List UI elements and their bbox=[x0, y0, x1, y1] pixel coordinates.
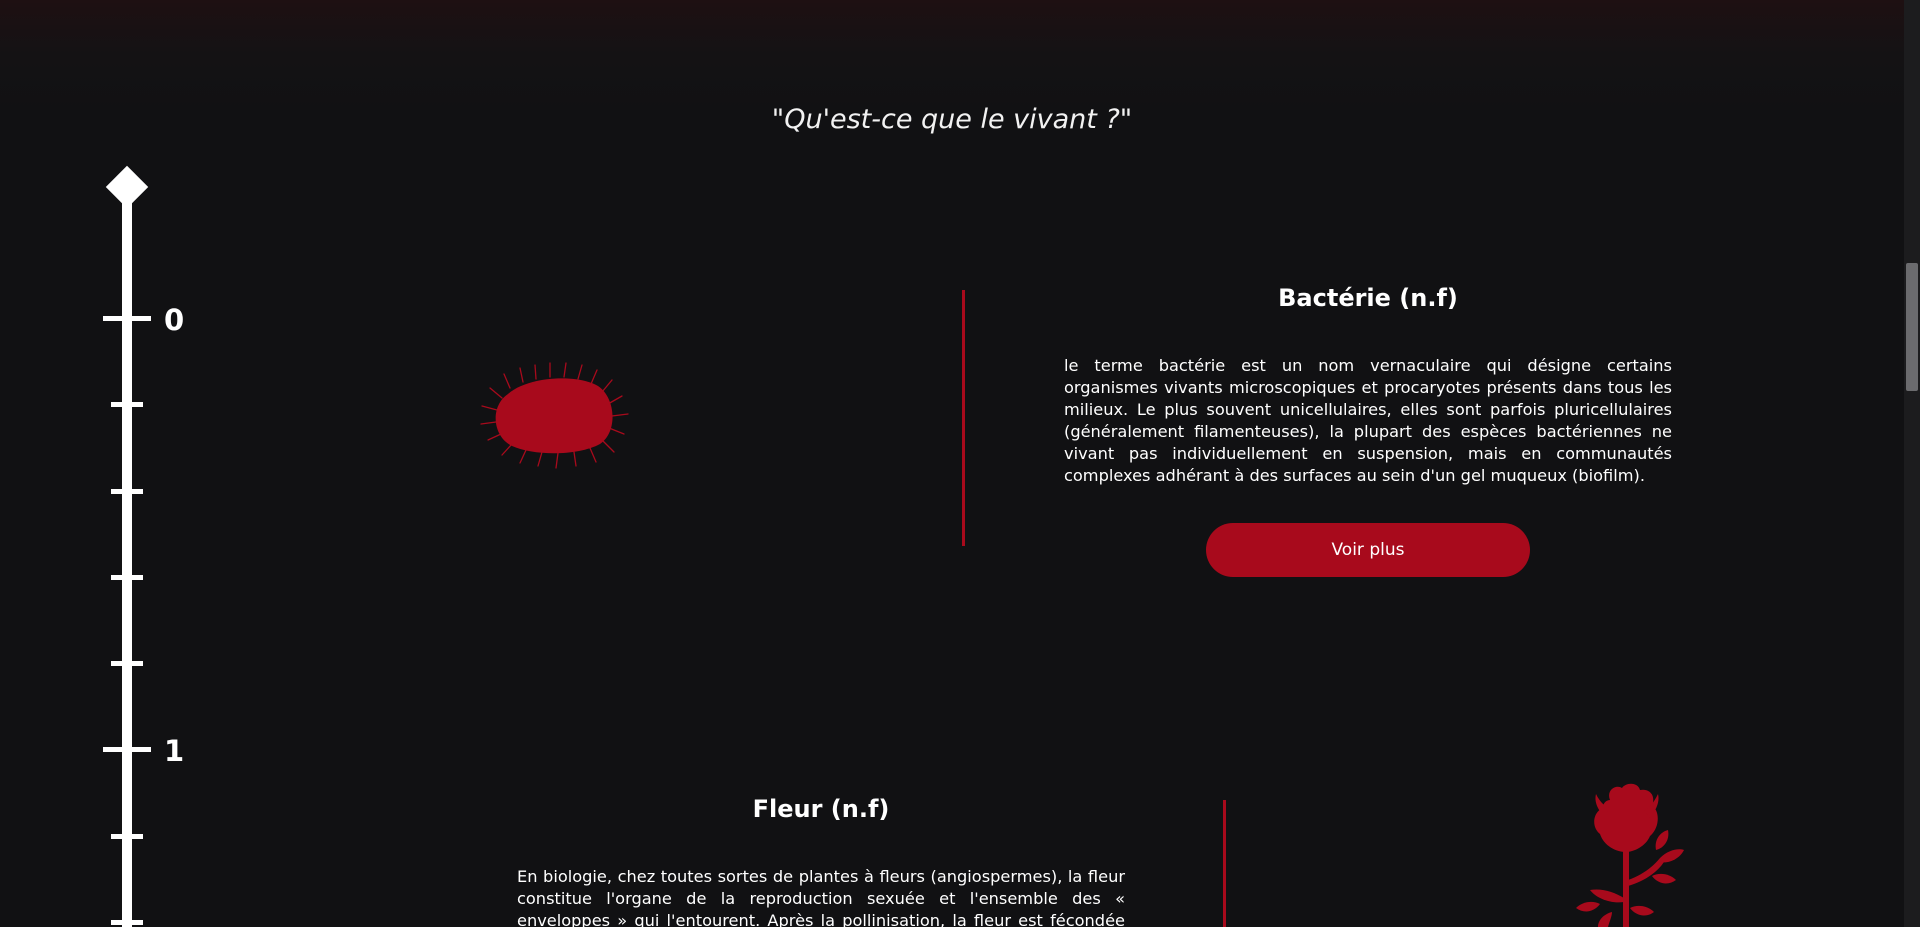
timeline-major-tick bbox=[103, 747, 151, 752]
timeline: 0 1 bbox=[0, 0, 220, 927]
see-more-button[interactable]: Voir plus bbox=[1206, 523, 1530, 577]
timeline-label: 0 bbox=[164, 303, 185, 337]
bacteria-illustration bbox=[468, 360, 648, 472]
page-scrollbar[interactable] bbox=[1904, 0, 1920, 927]
entry-description: le terme bactérie est un nom vernaculair… bbox=[1064, 356, 1672, 485]
timeline-minor-tick bbox=[111, 489, 143, 494]
entry-title: Bactérie (n.f) bbox=[1278, 284, 1458, 312]
entry-divider bbox=[1223, 800, 1226, 927]
rose-illustration bbox=[1560, 780, 1700, 927]
timeline-major-tick bbox=[103, 316, 151, 321]
bacteria-icon bbox=[480, 362, 629, 469]
entry-divider bbox=[962, 290, 965, 546]
entry-description: En biologie, chez toutes sortes de plant… bbox=[517, 867, 1125, 927]
timeline-minor-tick bbox=[111, 402, 143, 407]
timeline-minor-tick bbox=[111, 575, 143, 580]
timeline-minor-tick bbox=[111, 834, 143, 839]
timeline-label: 1 bbox=[164, 734, 185, 768]
timeline-axis bbox=[122, 190, 132, 927]
page-quote: "Qu'est-ce que le vivant ?" bbox=[771, 104, 1133, 135]
timeline-minor-tick bbox=[111, 661, 143, 666]
timeline-minor-tick bbox=[111, 920, 143, 925]
entry-title: Fleur (n.f) bbox=[752, 795, 890, 823]
rose-icon bbox=[1576, 783, 1684, 927]
page: "Qu'est-ce que le vivant ?" 0 1 Bactérie… bbox=[0, 0, 1920, 927]
scrollbar-thumb[interactable] bbox=[1906, 263, 1918, 391]
